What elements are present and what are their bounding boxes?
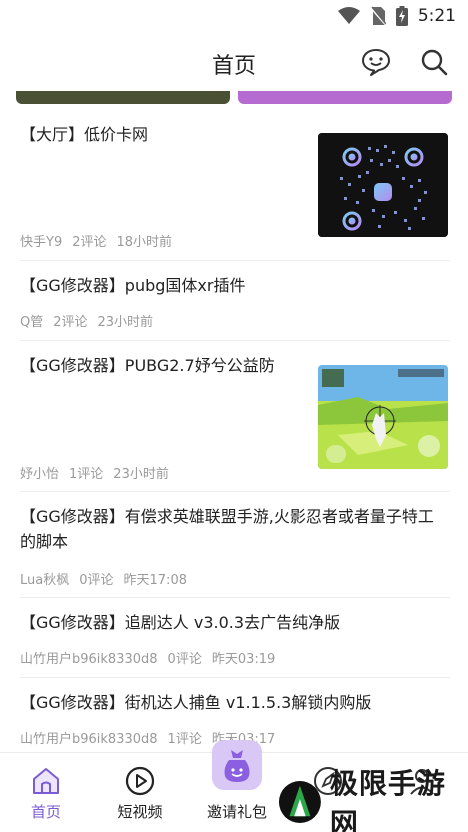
post-meta: Q管 2评论 23小时前 bbox=[20, 311, 153, 330]
post-item[interactable]: 【GG修改器】PUBG2.7妤兮公益防 妤小怡 1评论 23小时前 bbox=[20, 341, 450, 492]
post-meta: 山竹用户b96ik8330d8 0评论 昨天03:19 bbox=[20, 648, 275, 667]
post-item[interactable]: 【GG修改器】有偿求英雄联盟手游,火影忍者或者量子特工的脚本 Lua秋枫 0评论… bbox=[20, 492, 450, 598]
post-comments: 2评论 bbox=[53, 315, 88, 330]
app-header: 首页 bbox=[0, 34, 468, 90]
post-title: 【GG修改器】pubg国体xr插件 bbox=[20, 276, 246, 295]
status-time: 5:21 bbox=[417, 6, 456, 26]
post-feed[interactable]: 【大厅】低价卡网 快手Y9 2评论 18小时前 【GG修改器】pubg国体xr插… bbox=[0, 106, 468, 751]
post-item[interactable]: 【GG修改器】pubg国体xr插件 Q管 2评论 23小时前 bbox=[20, 261, 450, 341]
post-item[interactable]: 【GG修改器】追剧达人 v3.0.3去广告纯净版 山竹用户b96ik8330d8… bbox=[20, 598, 450, 678]
post-author[interactable]: 山竹用户b96ik8330d8 bbox=[20, 648, 158, 667]
page-title: 首页 bbox=[211, 54, 256, 79]
post-comments: 0评论 bbox=[79, 573, 114, 588]
post-thumbnail[interactable] bbox=[318, 365, 448, 469]
no-sim-icon bbox=[370, 6, 386, 26]
post-time: 23小时前 bbox=[113, 467, 169, 482]
post-comments: 2评论 bbox=[72, 235, 107, 250]
post-title: 【GG修改器】有偿求英雄联盟手游,火影忍者或者量子特工的脚本 bbox=[20, 507, 434, 551]
post-item[interactable]: 【大厅】低价卡网 快手Y9 2评论 18小时前 bbox=[20, 106, 450, 261]
post-time: 18小时前 bbox=[116, 235, 173, 250]
post-comments: 1评论 bbox=[167, 732, 202, 747]
watermark-text: 极限手游网 bbox=[329, 767, 446, 832]
chat-button[interactable] bbox=[360, 46, 392, 78]
post-time: 昨天03:19 bbox=[211, 652, 276, 667]
post-meta: 快手Y9 2评论 18小时前 bbox=[20, 231, 172, 250]
play-circle-icon bbox=[125, 766, 155, 796]
watermark-logo: 极限手游网 bbox=[278, 767, 468, 832]
post-author[interactable]: 妤小怡 bbox=[20, 463, 59, 482]
post-author[interactable]: 快手Y9 bbox=[20, 231, 62, 250]
search-button[interactable] bbox=[418, 46, 450, 78]
gift-bag-icon bbox=[224, 750, 250, 782]
post-comments: 1评论 bbox=[69, 467, 104, 482]
post-meta: Lua秋枫 0评论 昨天17:08 bbox=[20, 569, 187, 588]
post-meta: 妤小怡 1评论 23小时前 bbox=[20, 463, 169, 482]
post-title: 【GG修改器】街机达人捕鱼 v1.1.5.3解锁内购版 bbox=[20, 693, 372, 712]
watermark-emblem-icon bbox=[278, 781, 321, 823]
search-icon bbox=[421, 49, 448, 76]
chat-bubble-icon bbox=[362, 49, 390, 76]
post-thumbnail[interactable] bbox=[318, 133, 448, 237]
post-title: 【大厅】低价卡网 bbox=[20, 125, 149, 144]
post-time: 昨天17:08 bbox=[123, 573, 187, 588]
post-title: 【GG修改器】PUBG2.7妤兮公益防 bbox=[20, 356, 275, 375]
post-author[interactable]: Q管 bbox=[20, 311, 43, 330]
wifi-icon bbox=[337, 7, 360, 24]
invite-gift-button[interactable] bbox=[212, 740, 262, 790]
post-author[interactable]: Lua秋枫 bbox=[20, 569, 69, 588]
home-icon bbox=[33, 768, 59, 794]
nav-home-label: 首页 bbox=[30, 803, 61, 821]
post-author[interactable]: 山竹用户b96ik8330d8 bbox=[20, 728, 158, 747]
post-time: 23小时前 bbox=[97, 315, 154, 330]
status-icons: 5:21 bbox=[337, 6, 456, 26]
nav-short-video[interactable]: 短视频 bbox=[100, 753, 180, 832]
status-bar: 5:21 bbox=[0, 0, 468, 34]
nav-home[interactable]: 首页 bbox=[6, 753, 86, 832]
battery-charging-icon bbox=[395, 6, 408, 26]
post-title: 【GG修改器】追剧达人 v3.0.3去广告纯净版 bbox=[20, 613, 341, 632]
post-comments: 0评论 bbox=[167, 652, 202, 667]
game-screenshot-image bbox=[318, 365, 448, 469]
banner-right[interactable] bbox=[238, 91, 452, 104]
banner-left[interactable] bbox=[16, 91, 230, 104]
nav-short-video-label: 短视频 bbox=[117, 803, 163, 821]
banner-carousel[interactable] bbox=[16, 91, 452, 104]
qr-code-image bbox=[318, 133, 448, 237]
nav-invite-label: 邀请礼包 bbox=[206, 803, 267, 821]
